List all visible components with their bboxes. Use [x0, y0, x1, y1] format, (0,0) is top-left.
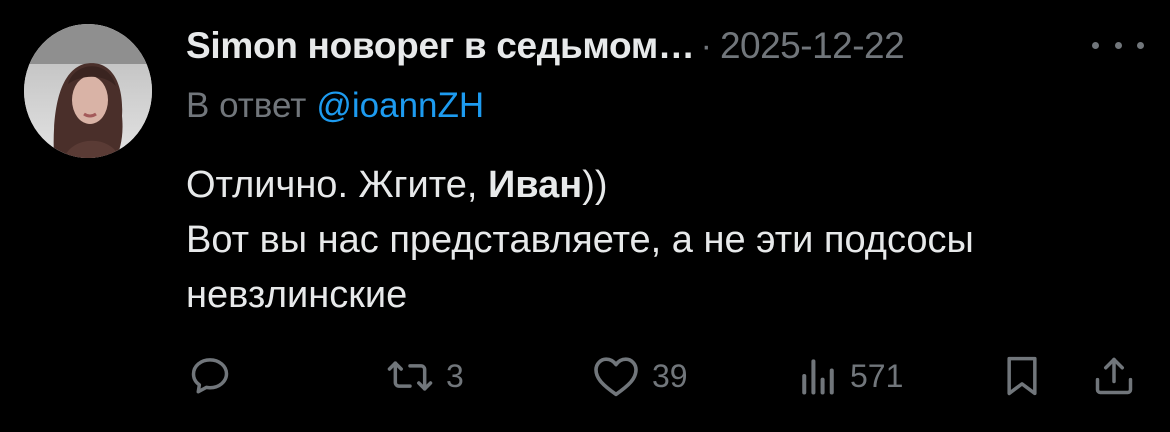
display-name[interactable]: Simon новорег в седьмом…: [186, 25, 695, 67]
more-dot-icon: [1114, 41, 1122, 49]
separator-dot: ·: [700, 26, 712, 65]
tweet-text: )): [582, 164, 608, 206]
tweet[interactable]: Simon новорег в седьмом… · 2025-12-22 В …: [0, 0, 1170, 432]
timestamp[interactable]: 2025-12-22: [720, 25, 905, 67]
retweet-count: 3: [446, 357, 464, 394]
retweet-icon: [387, 361, 433, 391]
share-icon: [1095, 357, 1133, 395]
reply-prefix: В ответ: [186, 86, 307, 125]
more-dot-icon: [1137, 41, 1144, 49]
tweet-body-line-1: Отлично. Жгите, Иван)): [186, 158, 1146, 213]
tweet-header: Simon новорег в седьмом… · 2025-12-22: [186, 22, 905, 70]
views-icon: [802, 359, 834, 395]
like-button[interactable]: 39: [592, 350, 688, 402]
tweet-body-line-2: Вот вы нас представляете, а не эти подсо…: [186, 219, 974, 261]
bookmark-button[interactable]: [1002, 350, 1042, 402]
reply-context: В ответ @ioannZH: [186, 80, 484, 132]
views-count: 571: [850, 357, 904, 394]
like-count: 39: [652, 357, 688, 394]
reply-mention-link[interactable]: @ioannZH: [316, 86, 484, 126]
avatar[interactable]: [24, 24, 152, 158]
more-dot-icon: [1092, 41, 1099, 49]
avatar-image: [24, 24, 152, 158]
bookmark-icon: [1007, 356, 1037, 396]
share-button[interactable]: [1092, 350, 1136, 402]
tweet-text: Отлично. Жгите,: [186, 164, 488, 206]
reply-icon: [191, 358, 229, 394]
tweet-text-bold: Иван: [487, 164, 583, 206]
tweet-body-line-3: невзлинские: [186, 274, 408, 316]
action-bar: 3 39 571: [186, 350, 1146, 402]
heart-icon: [594, 357, 638, 397]
retweet-button[interactable]: 3: [386, 350, 464, 402]
views-button[interactable]: 571: [798, 350, 903, 402]
tweet-body: Отлично. Жгите, Иван)) Вот вы нас предст…: [186, 158, 1146, 323]
reply-button[interactable]: [188, 350, 232, 402]
more-options-button[interactable]: [1092, 30, 1144, 60]
